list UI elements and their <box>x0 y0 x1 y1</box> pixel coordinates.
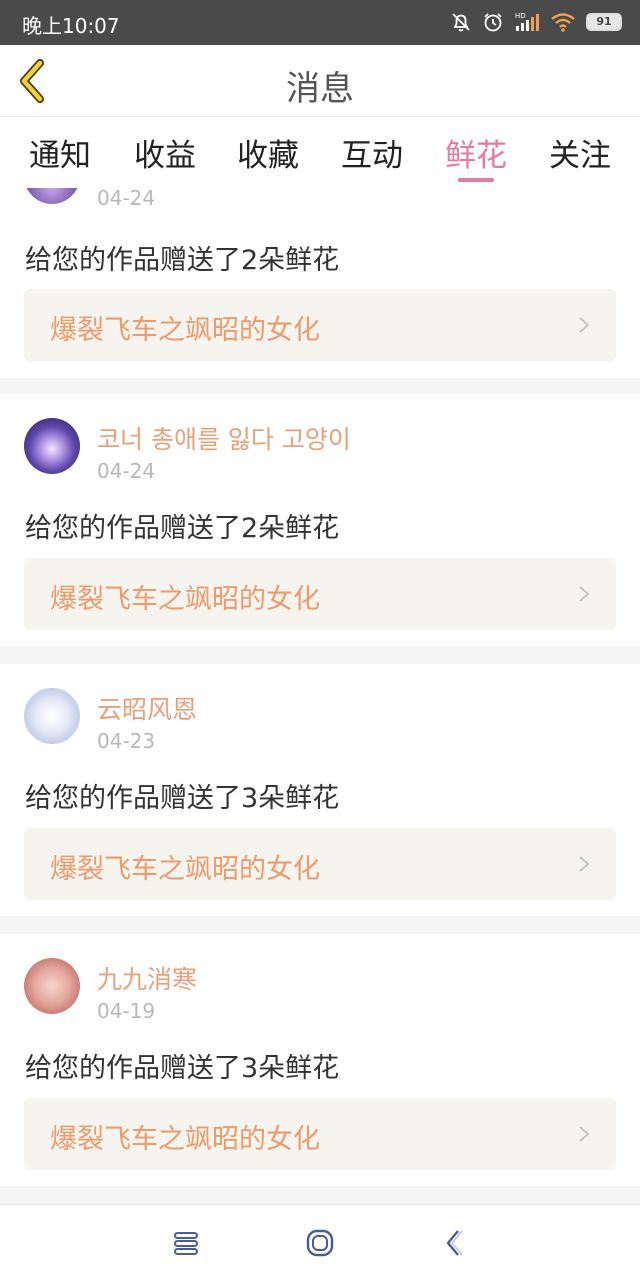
username[interactable]: 九九消寒 <box>97 960 197 996</box>
message: 给您的作品赠送了2朵鲜花 <box>25 245 340 276</box>
header: 消息 <box>0 45 640 117</box>
alarm-icon <box>484 13 502 32</box>
date: 04-24 <box>97 459 156 483</box>
active-tab-indicator <box>458 178 494 182</box>
avatar[interactable] <box>24 688 80 744</box>
tab-flowers[interactable]: 鲜花 <box>431 130 521 175</box>
tab-notifications[interactable]: 通知 <box>15 130 105 175</box>
message: 给您的作品赠送了2朵鲜花 <box>25 513 340 544</box>
work-title: 爆裂飞车之飒昭的女化 <box>50 584 320 615</box>
battery-level: 91 <box>596 15 612 28</box>
system-back-button[interactable] <box>436 1225 472 1261</box>
chevron-right-icon <box>579 317 590 333</box>
username[interactable]: 코너 총애를 잃다 고양이 <box>97 420 351 456</box>
chevron-right-icon <box>579 856 590 872</box>
date: 04-24 <box>97 188 156 210</box>
menu-button[interactable] <box>168 1225 204 1261</box>
tab-earnings[interactable]: 收益 <box>120 130 210 175</box>
tab-interactions[interactable]: 互动 <box>327 130 417 175</box>
feed-item: 九九消寒 04-19 给您的作品赠送了3朵鲜花 爆裂飞车之飒昭的女化 <box>0 934 640 1186</box>
work-link[interactable]: 爆裂飞车之飒昭的女化 <box>24 1098 616 1170</box>
work-link[interactable]: 爆裂飞车之飒昭的女化 <box>24 558 616 630</box>
date: 04-23 <box>97 729 156 753</box>
home-button[interactable] <box>302 1225 338 1261</box>
page-title: 消息 <box>286 69 354 109</box>
wifi-icon <box>551 13 575 32</box>
hd-signal-icon: HD <box>515 12 539 31</box>
flower-feed: 04-24 给您的作品赠送了2朵鲜花 爆裂飞车之飒昭的女化 코너 총애를 잃다 … <box>0 188 640 1204</box>
feed-item: 云昭风恩 04-23 给您的作品赠送了3朵鲜花 爆裂飞车之飒昭的女化 <box>0 664 640 916</box>
back-icon <box>446 1230 463 1256</box>
system-nav-bar <box>0 1204 640 1280</box>
svg-text:HD: HD <box>515 12 526 20</box>
message: 给您的作品赠送了3朵鲜花 <box>25 1053 340 1084</box>
avatar[interactable] <box>24 958 80 1014</box>
work-title: 爆裂飞车之飒昭的女化 <box>50 854 320 885</box>
battery-icon: 91 <box>586 13 622 31</box>
chevron-right-icon <box>579 1126 590 1142</box>
tab-following[interactable]: 关注 <box>535 130 625 175</box>
tab-favorites[interactable]: 收藏 <box>223 130 313 175</box>
work-title: 爆裂飞车之飒昭的女化 <box>50 1124 320 1155</box>
chevron-right-icon <box>579 586 590 602</box>
username[interactable]: 云昭风恩 <box>97 690 197 726</box>
work-title: 爆裂飞车之飒昭的女化 <box>50 315 320 346</box>
feed-item: 04-24 给您的作品赠送了2朵鲜花 爆裂飞车之飒昭的女化 <box>0 188 640 378</box>
avatar[interactable] <box>24 418 80 474</box>
status-bar: 晚上10:07 HD 91 <box>0 0 640 45</box>
menu-icon <box>174 1232 198 1255</box>
tab-bar: 通知 收益 收藏 互动 鲜花 关注 <box>0 118 640 188</box>
work-link[interactable]: 爆裂飞车之飒昭的女化 <box>24 828 616 900</box>
message: 给您的作品赠送了3朵鲜花 <box>25 783 340 814</box>
work-link[interactable]: 爆裂飞车之飒昭的女化 <box>24 289 616 361</box>
feed-item: 코너 총애를 잃다 고양이 04-24 给您的作品赠送了2朵鲜花 爆裂飞车之飒昭… <box>0 394 640 646</box>
status-icons: HD 91 <box>450 9 622 35</box>
avatar[interactable] <box>24 188 80 204</box>
home-icon <box>306 1229 334 1257</box>
date: 04-19 <box>97 999 156 1023</box>
bell-off-icon <box>452 13 470 32</box>
status-time: 晚上10:07 <box>22 14 120 38</box>
